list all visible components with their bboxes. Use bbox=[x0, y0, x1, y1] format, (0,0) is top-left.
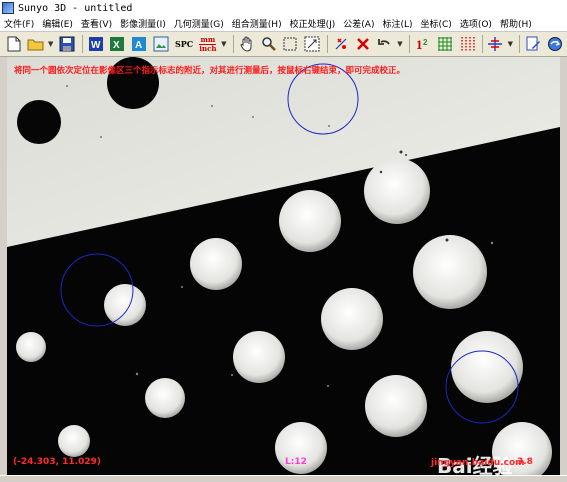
menu-image-measure[interactable]: 影像测量(I) bbox=[116, 17, 170, 30]
l-value-readout: L:12 bbox=[285, 457, 307, 467]
light-hole bbox=[413, 235, 487, 309]
menu-coordinate[interactable]: 坐标(C) bbox=[417, 17, 456, 30]
unit-inch-label: inch bbox=[199, 43, 217, 53]
cursor-coordinates: (-24.303, 11.029) bbox=[13, 457, 101, 467]
toolbar-separator bbox=[408, 35, 410, 53]
dark-hole bbox=[17, 100, 61, 144]
status-bar bbox=[0, 475, 567, 482]
image-export-icon[interactable] bbox=[151, 34, 171, 54]
menu-options[interactable]: 选项(O) bbox=[456, 17, 496, 30]
open-folder-icon[interactable] bbox=[26, 34, 46, 54]
light-hole bbox=[16, 332, 46, 362]
light-hole bbox=[364, 158, 430, 224]
unit-toggle-button[interactable]: mm inch bbox=[197, 34, 219, 54]
light-hole bbox=[58, 425, 90, 457]
save-icon[interactable] bbox=[57, 34, 77, 54]
svg-text:A: A bbox=[135, 40, 142, 51]
spc-label: SPC bbox=[174, 39, 194, 49]
menu-combo-measure[interactable]: 组合测量(H) bbox=[228, 17, 286, 30]
zoom-magnifier-icon[interactable] bbox=[259, 34, 279, 54]
menu-geometry-measure[interactable]: 几何测量(G) bbox=[170, 17, 228, 30]
light-hole bbox=[233, 331, 285, 383]
menu-calibration[interactable]: 校正处理(J) bbox=[286, 17, 340, 30]
dot-matrix-icon[interactable] bbox=[457, 34, 477, 54]
report-edit-icon[interactable] bbox=[523, 34, 543, 54]
svg-text:W: W bbox=[91, 40, 101, 51]
undo-dropdown-icon[interactable]: ▼ bbox=[397, 40, 403, 48]
spc-button[interactable]: SPC bbox=[173, 34, 195, 54]
toolbar-separator bbox=[519, 35, 521, 53]
title-bar: Sunyo 3D - untitled bbox=[0, 0, 567, 16]
light-hole bbox=[279, 190, 341, 252]
numbering-icon[interactable]: 12 bbox=[413, 34, 433, 54]
toolbar: ▼ W X A SPC mm inch ▼ ▼ 1 2 ▼ bbox=[0, 32, 567, 57]
menu-file[interactable]: 文件(F) bbox=[0, 17, 38, 30]
word-export-icon[interactable]: W bbox=[86, 34, 106, 54]
instruction-text: 将同一个圆依次定位在影像区三个指示标志的附近，对其进行测量后，按鼠标右键结束，即… bbox=[14, 66, 406, 76]
svg-text:2: 2 bbox=[423, 38, 428, 47]
unit-mm-label: mm bbox=[200, 34, 216, 44]
light-hole bbox=[104, 284, 146, 326]
svg-text:X: X bbox=[113, 40, 120, 51]
svg-text:1: 1 bbox=[416, 37, 423, 52]
light-hole bbox=[365, 375, 427, 437]
menu-help[interactable]: 帮助(H) bbox=[496, 17, 536, 30]
menu-annotate[interactable]: 标注(L) bbox=[378, 17, 416, 30]
autocad-export-icon[interactable]: A bbox=[129, 34, 149, 54]
zoom-window-icon[interactable] bbox=[302, 34, 322, 54]
delete-icon[interactable] bbox=[353, 34, 373, 54]
toolbar-separator bbox=[81, 35, 83, 53]
crosshair-icon[interactable] bbox=[486, 34, 506, 54]
menu-view[interactable]: 查看(V) bbox=[77, 17, 116, 30]
light-hole bbox=[321, 288, 383, 350]
grid-icon[interactable] bbox=[435, 34, 455, 54]
unit-dropdown-icon[interactable]: ▼ bbox=[221, 40, 227, 48]
image-viewport[interactable]: 将同一个圆依次定位在影像区三个指示标志的附近，对其进行测量后，按鼠标右键结束，即… bbox=[7, 57, 560, 475]
select-rectangle-icon[interactable] bbox=[281, 34, 301, 54]
site-url: jingyan.baidu.com bbox=[431, 458, 525, 468]
crosshair-dropdown-icon[interactable]: ▼ bbox=[507, 40, 513, 48]
toolbar-separator bbox=[327, 35, 329, 53]
open-dropdown-icon[interactable]: ▼ bbox=[48, 40, 54, 48]
excel-export-icon[interactable]: X bbox=[107, 34, 127, 54]
new-file-icon[interactable] bbox=[4, 34, 24, 54]
microscope-image bbox=[7, 57, 560, 475]
light-hole bbox=[145, 378, 185, 418]
globe-help-icon[interactable] bbox=[545, 34, 565, 54]
toolbar-separator bbox=[232, 35, 234, 53]
undo-icon[interactable] bbox=[375, 34, 395, 54]
menu-edit[interactable]: 编辑(E) bbox=[38, 17, 77, 30]
zoom-readout: 3.8 bbox=[517, 457, 533, 467]
menu-tolerance[interactable]: 公差(A) bbox=[339, 17, 378, 30]
toolbar-separator bbox=[481, 35, 483, 53]
light-hole bbox=[190, 238, 242, 290]
app-icon bbox=[2, 2, 14, 14]
menu-bar: 文件(F) 编辑(E) 查看(V) 影像测量(I) 几何测量(G) 组合测量(H… bbox=[0, 16, 567, 32]
point-tool-icon[interactable] bbox=[331, 34, 351, 54]
window-title: Sunyo 3D - untitled bbox=[18, 2, 133, 14]
hand-pan-icon[interactable] bbox=[237, 34, 257, 54]
